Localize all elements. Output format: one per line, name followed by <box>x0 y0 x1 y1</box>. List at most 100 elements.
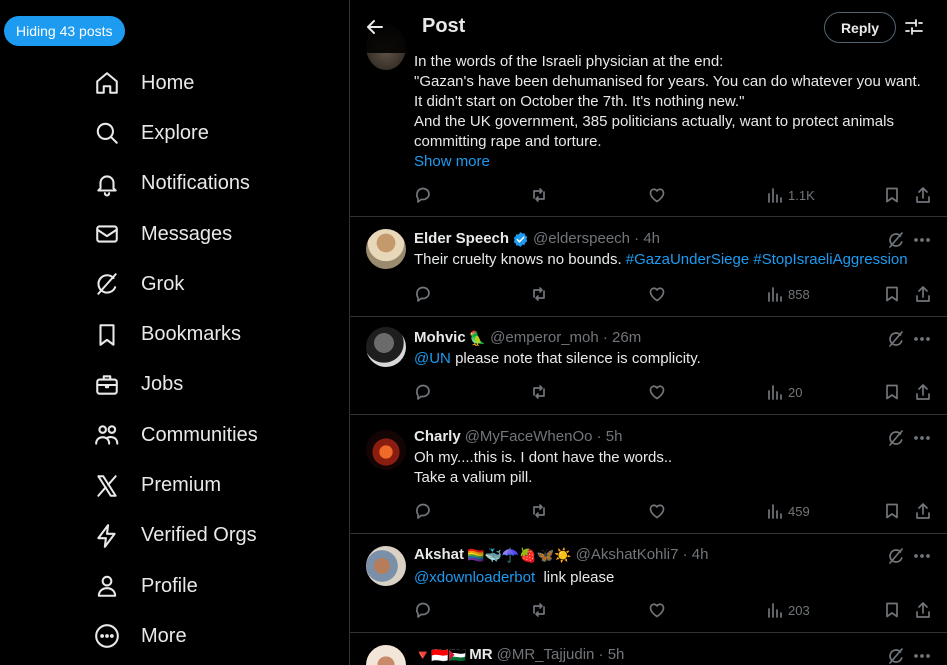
like-action[interactable] <box>648 381 666 403</box>
avatar[interactable] <box>366 645 406 665</box>
comment-icon <box>416 503 430 519</box>
more-options-icon[interactable] <box>913 429 931 447</box>
reply-text-after: please note that silence is complicity. <box>450 350 701 367</box>
reply-action[interactable] <box>414 381 432 403</box>
bookmark-action[interactable] <box>883 599 901 621</box>
nav-label: Notifications <box>141 172 250 195</box>
like-action[interactable] <box>648 283 666 305</box>
author-name[interactable]: Akshat <box>414 545 464 565</box>
reply-post[interactable]: Akshat 🏳️‍🌈🐳☂️🍓🦋☀️ @AkshatKohli7 · 4h @x… <box>350 534 947 632</box>
page-title: Post <box>422 15 466 37</box>
mention-link[interactable]: @UN <box>414 350 451 367</box>
bookmark-action[interactable] <box>883 500 901 522</box>
repost-action[interactable] <box>530 381 548 403</box>
nav-item-grok[interactable]: Grok <box>80 259 340 309</box>
nav-item-notifications[interactable]: Notifications <box>80 159 340 209</box>
reply-post[interactable]: 🔻🇮🇩🇵🇸 MR @MR_Tajjudin · 5h <box>350 633 947 665</box>
reply-text: Oh my....this is. I dont have the words.… <box>414 448 934 488</box>
author-name[interactable]: MR <box>469 645 492 665</box>
more-options-icon[interactable] <box>913 231 931 249</box>
reply-line: Take a valium pill. <box>414 469 533 486</box>
reply-post[interactable]: Elder Speech @elderspeech · 4h Their cru… <box>350 217 947 316</box>
nav-item-home[interactable]: Home <box>80 58 340 108</box>
like-action[interactable] <box>648 184 666 206</box>
sliders-icon[interactable] <box>904 17 924 37</box>
grok-icon[interactable] <box>887 647 905 665</box>
bookmark-icon <box>886 187 898 203</box>
views-count: 459 <box>788 503 810 519</box>
share-action[interactable] <box>914 599 932 621</box>
back-button[interactable] <box>364 16 386 38</box>
mention-link[interactable]: @xdownloaderbot <box>414 569 535 586</box>
share-action[interactable] <box>914 381 932 403</box>
nav-item-jobs[interactable]: Jobs <box>80 360 340 410</box>
avatar[interactable] <box>366 327 406 367</box>
like-action[interactable] <box>648 500 666 522</box>
reply-post[interactable]: Mohvic 🦜 @emperor_moh · 26m @UN please n… <box>350 317 947 415</box>
reply-header: Elder Speech @elderspeech · 4h <box>414 229 660 249</box>
nav-label: Grok <box>141 272 185 295</box>
more-options-icon[interactable] <box>913 330 931 348</box>
more-options-icon[interactable] <box>913 647 931 665</box>
nav-label: More <box>141 624 187 647</box>
repost-action[interactable] <box>530 184 548 206</box>
bookmark-icon <box>94 322 120 348</box>
author-handle-time: @MyFaceWhenOo · 5h <box>464 428 623 445</box>
author-name[interactable]: Charly <box>414 427 461 447</box>
author-name[interactable]: Elder Speech <box>414 229 509 249</box>
hashtag-link[interactable]: #GazaUnderSiege #StopIsraeliAggression <box>626 251 908 268</box>
bookmark-action[interactable] <box>883 184 901 206</box>
reply-action[interactable] <box>414 500 432 522</box>
nav-item-profile[interactable]: Profile <box>80 561 340 611</box>
repost-action[interactable] <box>530 599 548 621</box>
views-icon <box>768 385 782 400</box>
nav-item-verified-orgs[interactable]: Verified Orgs <box>80 511 340 561</box>
bookmark-action[interactable] <box>883 381 901 403</box>
nav-label: Jobs <box>141 373 184 396</box>
views-action[interactable]: 203 <box>766 599 810 621</box>
share-icon <box>916 503 930 519</box>
comment-icon <box>416 602 430 618</box>
nav-item-bookmarks[interactable]: Bookmarks <box>80 309 340 359</box>
like-action[interactable] <box>648 599 666 621</box>
show-more-link[interactable]: Show more <box>414 152 921 172</box>
avatar[interactable] <box>366 546 406 586</box>
nav-label: Messages <box>141 222 233 245</box>
views-action[interactable]: 459 <box>766 500 810 522</box>
grok-icon <box>94 271 120 297</box>
views-count: 20 <box>788 384 803 400</box>
grok-icon[interactable] <box>887 429 905 447</box>
nav-item-explore[interactable]: Explore <box>80 108 340 158</box>
author-name[interactable]: Mohvic <box>414 328 466 348</box>
repost-action[interactable] <box>530 283 548 305</box>
share-action[interactable] <box>914 283 932 305</box>
views-action[interactable]: 1.1K <box>766 184 815 206</box>
reply-button[interactable]: Reply <box>824 12 896 43</box>
avatar[interactable] <box>366 229 406 269</box>
nav-item-communities[interactable]: Communities <box>80 410 340 460</box>
more-circle-icon <box>94 623 120 649</box>
more-options-icon[interactable] <box>913 547 931 565</box>
nav-item-messages[interactable]: Messages <box>80 209 340 259</box>
avatar[interactable] <box>366 430 406 470</box>
hiding-posts-pill[interactable]: Hiding 43 posts <box>4 16 125 46</box>
search-icon <box>94 120 120 146</box>
heart-icon <box>649 504 665 519</box>
repost-action[interactable] <box>530 500 548 522</box>
grok-icon[interactable] <box>887 547 905 565</box>
nav-item-premium[interactable]: Premium <box>80 460 340 510</box>
bookmark-action[interactable] <box>883 283 901 305</box>
grok-icon[interactable] <box>887 330 905 348</box>
reply-post[interactable]: Charly @MyFaceWhenOo · 5h Oh my....this … <box>350 415 947 533</box>
grok-icon[interactable] <box>887 231 905 249</box>
reply-action[interactable] <box>414 184 432 206</box>
views-action[interactable]: 858 <box>766 283 810 305</box>
reply-action[interactable] <box>414 283 432 305</box>
nav-item-more[interactable]: More <box>80 611 340 661</box>
reply-action[interactable] <box>414 599 432 621</box>
share-action[interactable] <box>914 184 932 206</box>
share-action[interactable] <box>914 500 932 522</box>
sidebar: Hiding 43 posts Home Explore Notificatio… <box>0 0 349 665</box>
nav-label: Home <box>141 71 195 94</box>
views-action[interactable]: 20 <box>766 381 802 403</box>
